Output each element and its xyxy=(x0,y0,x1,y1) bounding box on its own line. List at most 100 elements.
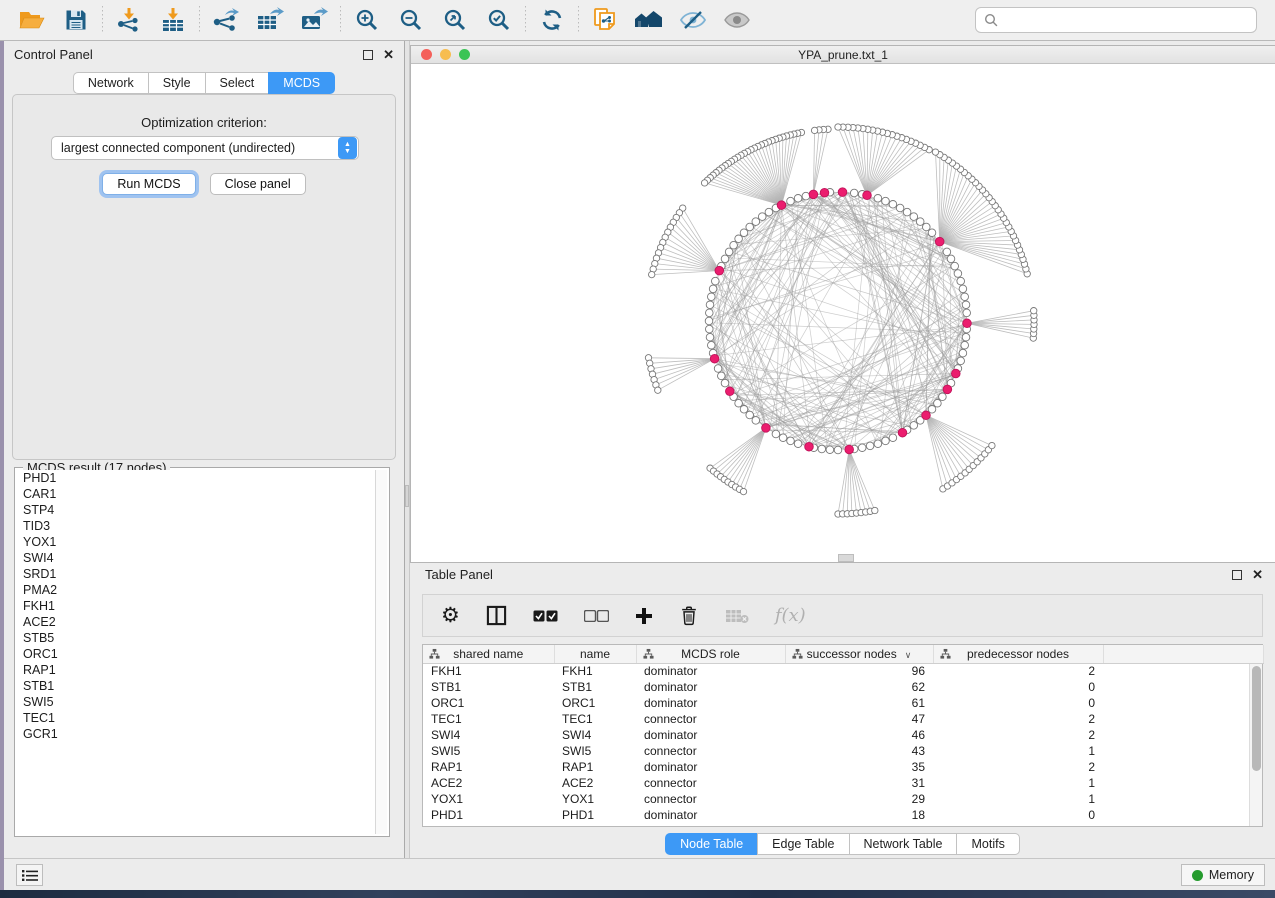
table-row[interactable]: ORC1ORC1dominator610 xyxy=(423,695,1263,711)
eye-icon xyxy=(723,8,751,32)
zoom-in-button[interactable] xyxy=(345,3,389,37)
mcds-result-item[interactable]: SWI5 xyxy=(17,694,375,710)
open-file-button[interactable] xyxy=(10,3,54,37)
float-table-panel-icon[interactable] xyxy=(1232,570,1242,580)
close-table-panel-icon[interactable]: ✕ xyxy=(1252,570,1263,580)
search-input[interactable] xyxy=(975,7,1257,33)
mcds-result-item[interactable]: PMA2 xyxy=(17,582,375,598)
network-titlebar[interactable]: YPA_prune.txt_1 xyxy=(411,46,1275,64)
column-settings-button[interactable]: ⚙ xyxy=(441,606,460,626)
delete-table-button[interactable] xyxy=(725,608,749,624)
zoom-selected-icon xyxy=(487,8,512,33)
tab-network-table[interactable]: Network Table xyxy=(849,833,957,855)
mcds-result-item[interactable]: FKH1 xyxy=(17,598,375,614)
mcds-result-item[interactable]: YOX1 xyxy=(17,534,375,550)
table-row[interactable]: RAP1RAP1dominator352 xyxy=(423,759,1263,775)
show-all-button[interactable] xyxy=(715,3,759,37)
clone-network-button[interactable] xyxy=(583,3,627,37)
import-network-button[interactable] xyxy=(107,3,151,37)
toolbar-separator xyxy=(525,6,526,34)
mcds-result-item[interactable]: TEC1 xyxy=(17,710,375,726)
zoom-fit-button[interactable] xyxy=(433,3,477,37)
table-cell: STB1 xyxy=(423,679,554,695)
show-columns-button[interactable] xyxy=(486,605,507,626)
column-header-name[interactable]: name xyxy=(554,645,636,663)
mcds-result-item[interactable]: RAP1 xyxy=(17,662,375,678)
zoom-out-button[interactable] xyxy=(389,3,433,37)
refresh-layout-button[interactable] xyxy=(530,3,574,37)
export-network-button[interactable] xyxy=(204,3,248,37)
tab-mcds[interactable]: MCDS xyxy=(268,72,335,94)
mcds-result-item[interactable]: STP4 xyxy=(17,502,375,518)
export-image-button[interactable] xyxy=(292,3,336,37)
network-canvas[interactable] xyxy=(411,64,1275,562)
tab-node-table[interactable]: Node Table xyxy=(665,833,757,855)
mcds-result-item[interactable]: PHD1 xyxy=(17,470,375,486)
optimization-criterion-select[interactable]: largest connected component (undirected)… xyxy=(51,136,359,160)
show-panels-button[interactable] xyxy=(16,864,43,886)
hide-selected-button[interactable] xyxy=(671,3,715,37)
table-cell xyxy=(1103,775,1263,791)
first-neighbors-button[interactable] xyxy=(627,3,671,37)
table-cell: TEC1 xyxy=(423,711,554,727)
mcds-result-list[interactable]: PHD1CAR1STP4TID3YOX1SWI4SRD1PMA2FKH1ACE2… xyxy=(17,470,375,834)
unselect-all-button[interactable] xyxy=(584,610,609,622)
network-graph xyxy=(411,64,1275,562)
table-cell: YOX1 xyxy=(554,791,636,807)
table-cell: PHD1 xyxy=(554,807,636,823)
table-cell: dominator xyxy=(636,727,785,743)
import-table-button[interactable] xyxy=(151,3,195,37)
table-row[interactable]: STB1STB1dominator620 xyxy=(423,679,1263,695)
tab-select[interactable]: Select xyxy=(205,72,269,94)
tab-style[interactable]: Style xyxy=(148,72,205,94)
close-panel-icon[interactable]: ✕ xyxy=(383,50,394,60)
table-cell xyxy=(1103,807,1263,823)
table-scrollbar-thumb[interactable] xyxy=(1252,666,1261,771)
table-panel-title: Table Panel xyxy=(425,567,493,582)
horizontal-splitter-grip[interactable] xyxy=(838,554,854,562)
delete-column-button[interactable] xyxy=(679,605,699,626)
splitter-grip[interactable] xyxy=(405,485,409,507)
mcds-result-item[interactable]: STB1 xyxy=(17,678,375,694)
table-row[interactable]: PHD1PHD1dominator180 xyxy=(423,807,1263,823)
mcds-result-item[interactable]: CAR1 xyxy=(17,486,375,502)
table-toolbar: ⚙ xyxy=(422,594,1263,637)
tab-network[interactable]: Network xyxy=(73,72,148,94)
optimization-criterion-label: Optimization criterion: xyxy=(13,115,395,130)
float-panel-icon[interactable] xyxy=(363,50,373,60)
mcds-result-item[interactable]: GCR1 xyxy=(17,726,375,742)
table-row[interactable]: TEC1TEC1connector472 xyxy=(423,711,1263,727)
column-header-predecessor-nodes[interactable]: predecessor nodes xyxy=(933,645,1103,663)
mcds-result-item[interactable]: SRD1 xyxy=(17,566,375,582)
mcds-result-item[interactable]: TID3 xyxy=(17,518,375,534)
function-builder-button[interactable]: f(x) xyxy=(775,605,806,626)
mcds-list-scrollbar[interactable] xyxy=(375,470,387,834)
select-all-button[interactable] xyxy=(533,610,558,622)
column-header-shared-name[interactable]: shared name xyxy=(423,645,554,663)
zoom-selected-button[interactable] xyxy=(477,3,521,37)
table-row[interactable]: YOX1YOX1connector291 xyxy=(423,791,1263,807)
table-cell xyxy=(1103,759,1263,775)
table-row[interactable]: SWI5SWI5connector431 xyxy=(423,743,1263,759)
table-row[interactable]: SWI4SWI4dominator462 xyxy=(423,727,1263,743)
memory-button[interactable]: Memory xyxy=(1181,864,1265,886)
mcds-result-item[interactable]: STB5 xyxy=(17,630,375,646)
export-table-button[interactable] xyxy=(248,3,292,37)
mcds-result-item[interactable]: SWI4 xyxy=(17,550,375,566)
table-row[interactable]: ACE2ACE2connector311 xyxy=(423,775,1263,791)
houses-icon xyxy=(634,8,664,32)
add-column-button[interactable] xyxy=(635,607,653,625)
tab-edge-table[interactable]: Edge Table xyxy=(757,833,848,855)
mcds-result-item[interactable]: ORC1 xyxy=(17,646,375,662)
column-header-MCDS-role[interactable]: MCDS role xyxy=(636,645,785,663)
close-panel-button[interactable]: Close panel xyxy=(210,173,306,195)
save-session-button[interactable] xyxy=(54,3,98,37)
column-header-successor-nodes[interactable]: successor nodes∨ xyxy=(785,645,933,663)
import-table-icon xyxy=(160,7,186,33)
tab-motifs[interactable]: Motifs xyxy=(956,833,1019,855)
table-scrollbar[interactable] xyxy=(1249,664,1262,826)
table-row[interactable]: FKH1FKH1dominator962 xyxy=(423,663,1263,679)
run-mcds-button[interactable]: Run MCDS xyxy=(102,173,195,195)
table-cell: ORC1 xyxy=(423,695,554,711)
mcds-result-item[interactable]: ACE2 xyxy=(17,614,375,630)
